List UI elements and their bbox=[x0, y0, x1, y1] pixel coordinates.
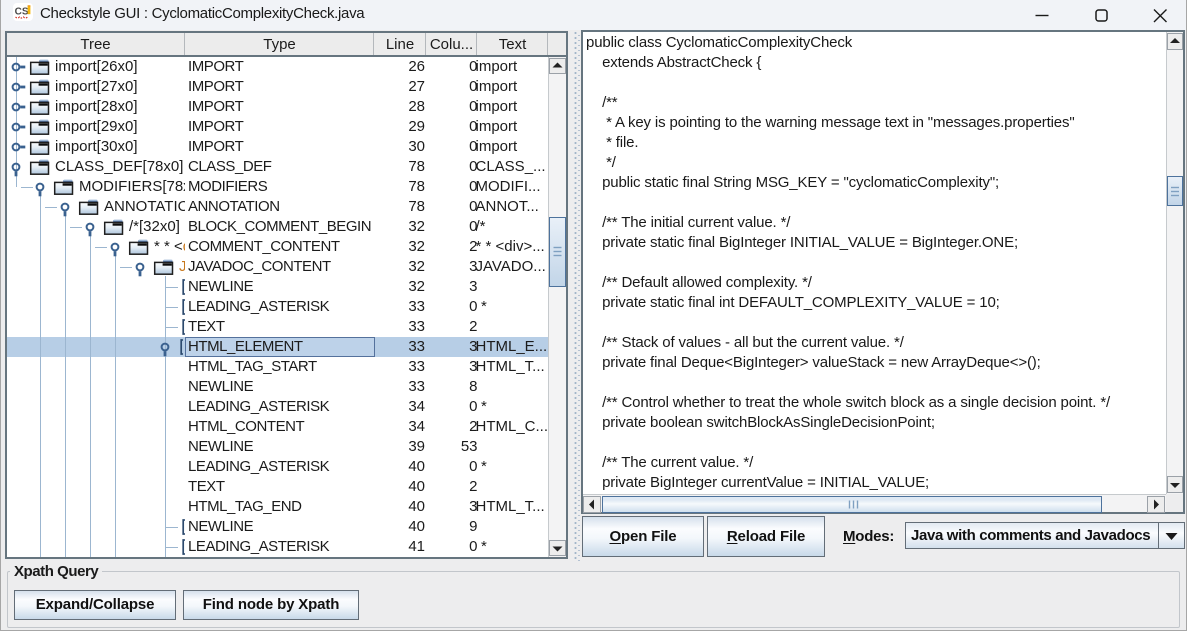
svg-text:CS: CS bbox=[15, 7, 29, 18]
